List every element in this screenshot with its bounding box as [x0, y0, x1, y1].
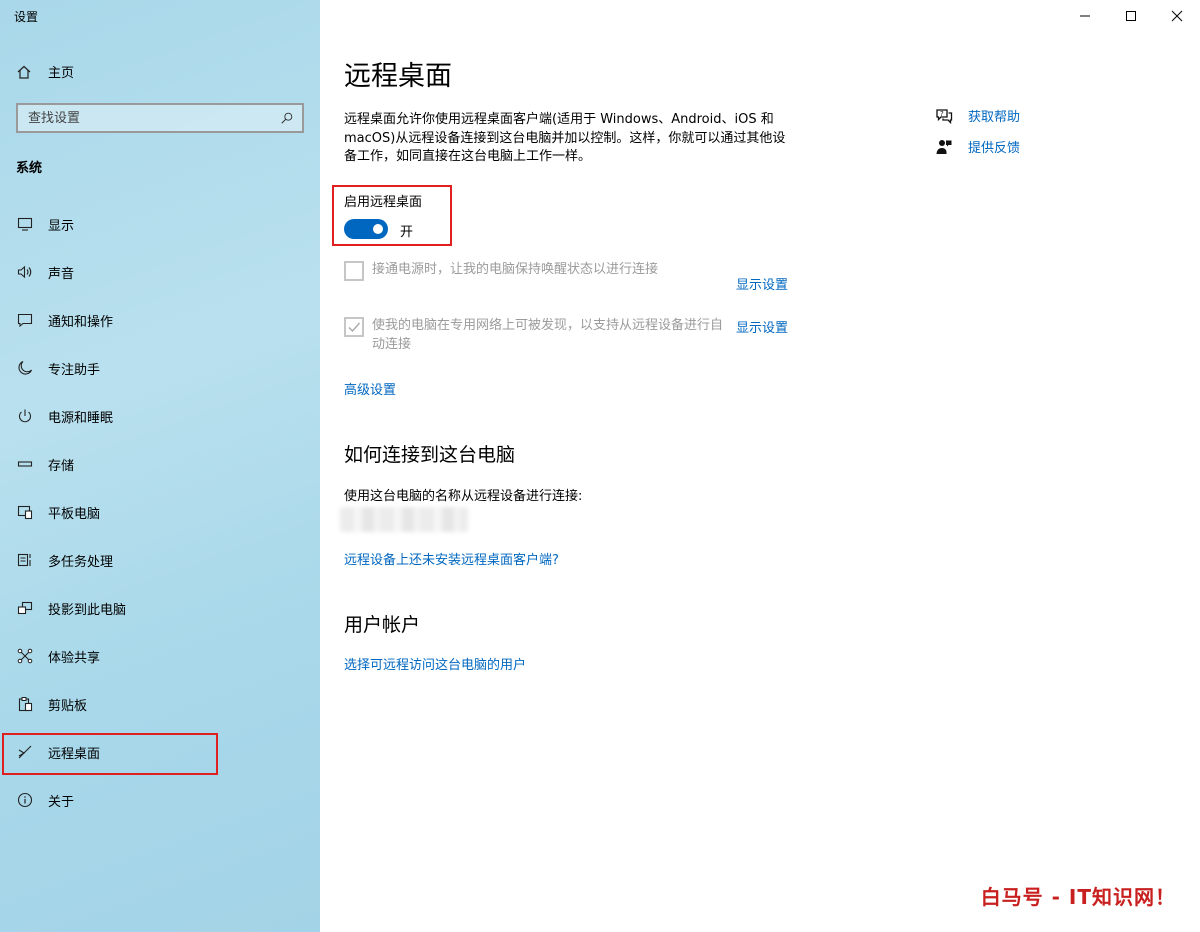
info-icon: [16, 791, 34, 809]
keep-awake-label: 接通电源时，让我的电脑保持唤醒状态以进行连接: [372, 262, 659, 277]
sidebar-item-power-sleep[interactable]: 电源和睡眠: [0, 392, 320, 440]
project-icon: [16, 599, 34, 617]
main-content: 远程桌面 远程桌面允许你使用远程桌面客户端(适用于 Windows、Androi…: [320, 0, 1200, 932]
sidebar-item-sound[interactable]: 声音: [0, 248, 320, 296]
display-settings-link-1[interactable]: 显示设置: [736, 274, 788, 293]
enable-toggle-highlight-box: [332, 185, 452, 246]
sidebar-item-label: 存储: [48, 458, 75, 474]
close-icon: [1171, 10, 1183, 22]
connect-description: 使用这台电脑的名称从远程设备进行连接:: [344, 489, 583, 504]
home-nav-item[interactable]: 主页: [16, 62, 74, 81]
sidebar-item-focus-assist[interactable]: 专注助手: [0, 344, 320, 392]
minimize-button[interactable]: [1062, 0, 1108, 32]
sidebar-item-tablet[interactable]: 平板电脑: [0, 488, 320, 536]
sidebar-item-label: 电源和睡眠: [48, 410, 114, 426]
sidebar-item-label: 关于: [48, 794, 75, 810]
tablet-icon: [16, 503, 34, 521]
app-title: 设置: [14, 10, 39, 24]
clipboard-icon: [16, 695, 34, 713]
sidebar-item-label: 平板电脑: [48, 506, 101, 522]
help-chat-icon: ?: [934, 106, 954, 126]
page-description: 远程桌面允许你使用远程桌面客户端(适用于 Windows、Android、iOS…: [344, 112, 786, 164]
section-label: 系统: [16, 161, 43, 176]
get-help-link[interactable]: ? 获取帮助: [934, 100, 1020, 131]
connect-heading: 如何连接到这台电脑: [344, 444, 516, 466]
client-not-installed-link[interactable]: 远程设备上还未安装远程桌面客户端?: [344, 549, 559, 568]
maximize-icon: [1126, 11, 1136, 21]
get-help-label: 获取帮助: [968, 110, 1021, 125]
monitor-icon: [16, 215, 34, 233]
page-title: 远程桌面: [344, 61, 452, 92]
moon-icon: [16, 359, 34, 377]
checkmark-icon: [348, 322, 361, 333]
close-button[interactable]: [1154, 0, 1200, 32]
feedback-icon: [934, 137, 954, 157]
multitask-icon: [16, 551, 34, 569]
svg-text:?: ?: [940, 110, 944, 118]
feedback-link[interactable]: 提供反馈: [934, 131, 1020, 162]
sidebar-item-label: 剪贴板: [48, 698, 88, 714]
search-input[interactable]: [28, 110, 258, 126]
watermark-text: 白马号 - IT知识网！: [980, 885, 1176, 909]
home-label: 主页: [48, 66, 75, 81]
feedback-label: 提供反馈: [968, 141, 1021, 156]
sidebar-item-storage[interactable]: 存储: [0, 440, 320, 488]
sidebar-item-display[interactable]: 显示: [0, 200, 320, 248]
storage-icon: [16, 455, 34, 473]
home-icon: [17, 65, 31, 79]
sidebar-item-shared-experiences[interactable]: 体验共享: [0, 632, 320, 680]
sidebar-item-label: 投影到此电脑: [48, 602, 127, 618]
discoverable-checkbox[interactable]: [344, 317, 364, 337]
sidebar: 设置 主页 系统 显示 声音 通知和操作 专注助手 电源和睡眠 存储 平板电脑 …: [0, 0, 320, 932]
sidebar-item-label: 通知和操作: [48, 314, 114, 330]
sidebar-item-about[interactable]: 关于: [0, 776, 320, 824]
window-controls: [1062, 0, 1200, 32]
search-icon[interactable]: [280, 111, 294, 125]
discoverable-label: 使我的电脑在专用网络上可被发现，以支持从远程设备进行自动连接: [372, 318, 724, 352]
power-icon: [16, 407, 34, 425]
display-settings-link-2[interactable]: 显示设置: [736, 317, 788, 336]
sidebar-item-project-to-pc[interactable]: 投影到此电脑: [0, 584, 320, 632]
advanced-settings-link[interactable]: 高级设置: [344, 379, 396, 398]
sidebar-item-label: 声音: [48, 266, 75, 282]
user-accounts-heading: 用户帐户: [344, 614, 421, 636]
pc-name-redacted: [340, 507, 468, 532]
speaker-icon: [16, 263, 34, 281]
sidebar-item-label: 显示: [48, 218, 75, 234]
keep-awake-checkbox[interactable]: [344, 261, 364, 281]
sidebar-item-clipboard[interactable]: 剪贴板: [0, 680, 320, 728]
sidebar-item-label: 体验共享: [48, 650, 101, 666]
search-box[interactable]: [16, 103, 304, 133]
remote-desktop-highlight-box: [2, 733, 218, 775]
minimize-icon: [1080, 15, 1090, 17]
select-users-link[interactable]: 选择可远程访问这台电脑的用户: [344, 654, 526, 673]
notification-icon: [16, 311, 34, 329]
maximize-button[interactable]: [1108, 0, 1154, 32]
share-icon: [16, 647, 34, 665]
sidebar-item-label: 专注助手: [48, 362, 101, 378]
sidebar-item-label: 多任务处理: [48, 554, 114, 570]
sidebar-item-notifications[interactable]: 通知和操作: [0, 296, 320, 344]
help-panel: ? 获取帮助 提供反馈: [934, 100, 1020, 162]
sidebar-item-multitasking[interactable]: 多任务处理: [0, 536, 320, 584]
